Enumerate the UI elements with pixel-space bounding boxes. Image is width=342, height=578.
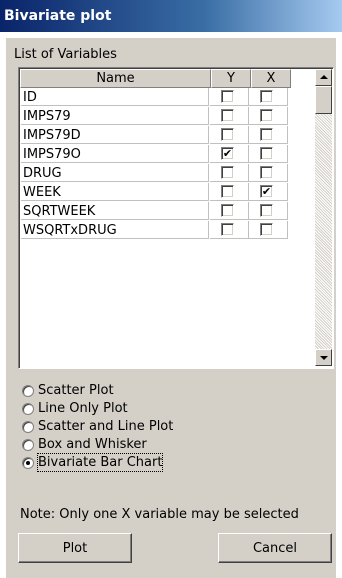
variable-name: IMPS79D bbox=[21, 126, 209, 144]
variable-row[interactable]: WEEK ✔ bbox=[20, 183, 290, 202]
y-checkbox[interactable] bbox=[221, 185, 234, 198]
y-checkbox[interactable] bbox=[221, 166, 234, 179]
column-header-x[interactable]: X bbox=[251, 69, 291, 88]
x-checkbox[interactable] bbox=[260, 109, 273, 122]
plot-type-label: Bivariate Bar Chart bbox=[36, 453, 164, 472]
variable-name: IMPS79 bbox=[21, 107, 209, 125]
x-checkbox[interactable] bbox=[260, 90, 273, 103]
variables-list[interactable]: Name Y X ID IMPS79 IMPS79D IMPS79O ✔ DRU… bbox=[18, 67, 334, 369]
x-checkbox[interactable] bbox=[260, 223, 273, 236]
variable-row[interactable]: WSQRTxDRUG bbox=[20, 221, 290, 240]
variable-row[interactable]: IMPS79O ✔ bbox=[20, 145, 290, 164]
plot-type-radio[interactable] bbox=[22, 439, 34, 451]
column-header-name[interactable]: Name bbox=[20, 69, 211, 88]
scroll-down-button[interactable] bbox=[315, 349, 332, 366]
variable-row[interactable]: ID bbox=[20, 88, 290, 107]
variable-name: WSQRTxDRUG bbox=[21, 221, 209, 239]
x-checkbox[interactable] bbox=[260, 147, 273, 160]
list-of-variables-label: List of Variables bbox=[14, 47, 117, 62]
plot-type-label: Line Only Plot bbox=[38, 401, 128, 416]
selection-note: Note: Only one X variable may be selecte… bbox=[20, 507, 299, 522]
plot-type-label: Scatter Plot bbox=[38, 383, 114, 398]
variable-name: WEEK bbox=[21, 183, 209, 201]
plot-type-radio[interactable] bbox=[22, 385, 34, 397]
x-checkbox[interactable] bbox=[260, 128, 273, 141]
variable-name: DRUG bbox=[21, 164, 209, 182]
list-header: Name Y X bbox=[20, 69, 312, 88]
variable-name: ID bbox=[21, 88, 209, 106]
plot-type-label: Box and Whisker bbox=[38, 437, 147, 452]
y-checkbox[interactable] bbox=[221, 90, 234, 103]
plot-type-radio[interactable] bbox=[22, 421, 34, 433]
x-checkbox-checked[interactable]: ✔ bbox=[260, 185, 273, 198]
variable-row[interactable]: IMPS79D bbox=[20, 126, 290, 145]
variable-name: IMPS79O bbox=[21, 145, 209, 163]
x-checkbox[interactable] bbox=[260, 204, 273, 217]
y-checkbox[interactable] bbox=[221, 223, 234, 236]
scroll-up-arrow-icon bbox=[320, 75, 328, 79]
y-checkbox[interactable] bbox=[221, 109, 234, 122]
title-bar[interactable]: Bivariate plot bbox=[0, 0, 342, 32]
variable-name: SQRTWEEK bbox=[21, 202, 209, 220]
vertical-scrollbar[interactable] bbox=[315, 69, 332, 366]
x-checkbox[interactable] bbox=[260, 166, 273, 179]
variable-row[interactable]: IMPS79 bbox=[20, 107, 290, 126]
variable-row[interactable]: SQRTWEEK bbox=[20, 202, 290, 221]
scroll-down-arrow-icon bbox=[320, 356, 328, 360]
y-checkbox[interactable] bbox=[221, 128, 234, 141]
y-checkbox-checked[interactable]: ✔ bbox=[221, 147, 234, 160]
bivariate-plot-dialog: Bivariate plot List of Variables Name Y … bbox=[0, 0, 342, 578]
variable-row[interactable]: DRUG bbox=[20, 164, 290, 183]
scroll-up-button[interactable] bbox=[315, 69, 332, 86]
plot-button[interactable]: Plot bbox=[18, 533, 132, 563]
plot-type-label: Scatter and Line Plot bbox=[38, 419, 174, 434]
cancel-button[interactable]: Cancel bbox=[218, 533, 332, 563]
column-header-y[interactable]: Y bbox=[211, 69, 251, 88]
window-title: Bivariate plot bbox=[4, 8, 112, 24]
radio-selected-dot-icon bbox=[26, 461, 30, 465]
scrollbar-thumb[interactable] bbox=[315, 86, 332, 114]
plot-type-radio[interactable] bbox=[22, 457, 34, 469]
y-checkbox[interactable] bbox=[221, 204, 234, 217]
plot-type-radio[interactable] bbox=[22, 403, 34, 415]
